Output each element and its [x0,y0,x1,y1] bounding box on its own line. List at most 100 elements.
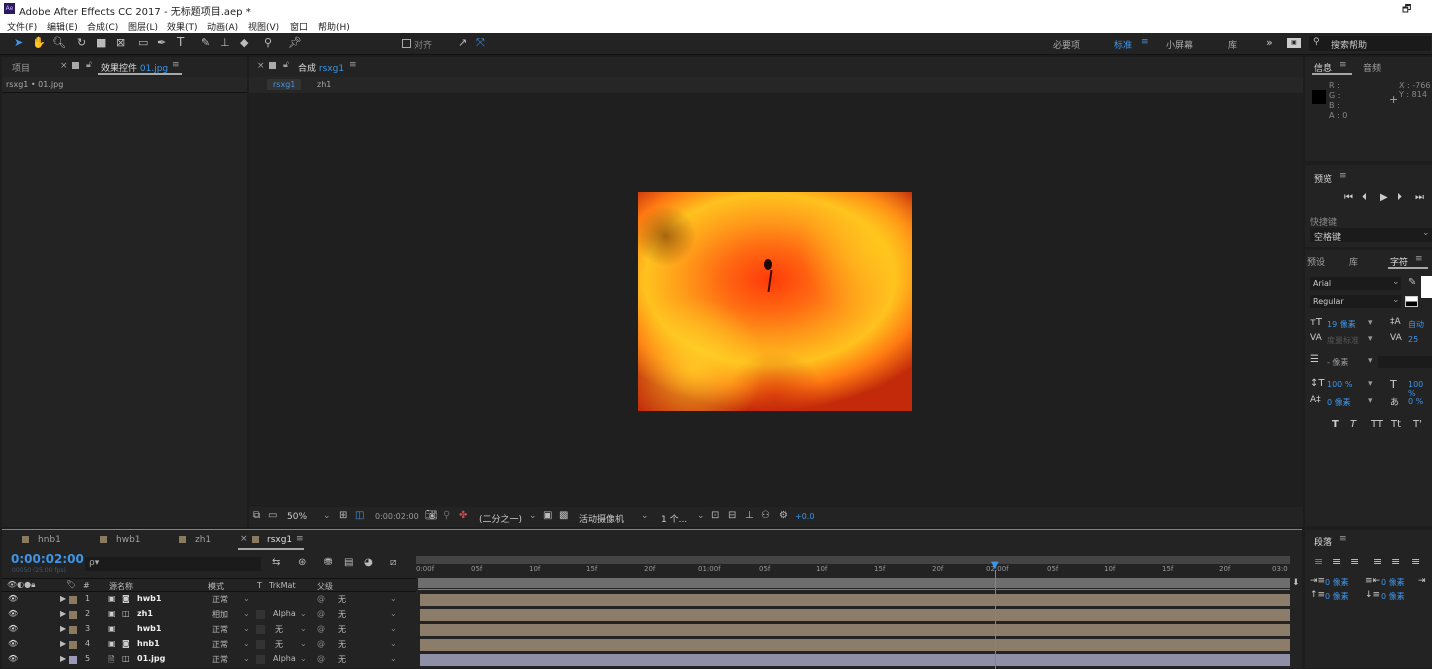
layer-row[interactable]: 👁︎ ▶ 3 ▣ hwb1 正常 ⌄ 无 ⌄ @ 无 ⌄ [2,622,416,637]
first-frame-icon[interactable]: ⏮ [1344,192,1353,203]
kerning-value[interactable]: 度量标准 [1327,335,1359,346]
visibility-eye-icon[interactable]: 👁︎ [8,594,18,603]
tab-presets[interactable]: 预设 [1307,255,1325,268]
shortcut-dropdown[interactable]: 空格键 ⌄ [1310,228,1432,243]
font-style-dropdown[interactable]: Regular ⌄ [1310,295,1401,308]
chevron-down-icon[interactable]: ⌄ [390,609,397,618]
chevron-down-icon[interactable]: ⌄ [243,624,250,633]
visibility-eye-icon[interactable]: 👁︎ [8,639,18,648]
region-of-interest-icon[interactable]: ▣ [543,510,552,521]
viewer-timecode[interactable]: 0:00:02:00 [375,512,419,521]
snapshot-camera-icon[interactable]: 📷︎ [425,510,438,521]
camera-dropdown[interactable]: 活动摄像机 [579,512,624,525]
rotate-tool-icon[interactable]: ↻ [77,36,86,49]
last-frame-icon[interactable]: ⏭ [1415,192,1424,203]
chevron-down-icon[interactable]: ⌄ [243,609,250,618]
chevron-down-icon[interactable]: ⌄ [323,511,331,521]
small-caps-button[interactable]: Tt [1391,419,1401,430]
panel-menu-icon[interactable]: ≡ [296,534,304,544]
layer-row[interactable]: 👁︎ ▶ 1 ▣ ◙ hwb1 正常 ⌄ @ 无 ⌄ [2,592,416,607]
panel-menu-icon[interactable]: ≡ [1339,171,1347,181]
justify-left-icon[interactable]: ≡ [1373,555,1382,568]
layer-mode[interactable]: 正常 [212,654,228,665]
chevron-down-icon[interactable]: ▾ [1368,356,1373,366]
menu-composition[interactable]: 合成(C) [87,20,118,33]
puppet-tool-icon[interactable]: 📌︎ [288,36,302,49]
frame-blending-icon[interactable]: ▤ [344,557,353,568]
chevron-down-icon[interactable]: ▾ [1368,334,1373,344]
show-snapshot-icon[interactable]: ⚲ [443,510,450,521]
tab-audio[interactable]: 音频 [1363,61,1381,74]
justify-center-icon[interactable]: ≡ [1391,555,1400,568]
hand-tool-icon[interactable]: ✋ [32,36,46,49]
layer-name[interactable]: hnb1 [137,639,160,648]
chevron-down-icon[interactable]: ▾ [1368,318,1373,328]
layer-mode[interactable]: 正常 [212,594,228,605]
panel-menu-icon[interactable]: ≡ [1339,534,1347,544]
align-left-icon[interactable]: ≡ [1314,555,1323,568]
chevron-down-icon[interactable]: ⌄ [390,594,397,603]
help-search-input[interactable]: ⚲ 搜索帮助 [1309,36,1431,51]
font-family-dropdown[interactable]: Arial ⌄ [1310,277,1401,290]
chevron-down-icon[interactable]: ⌄ [390,624,397,633]
chevron-down-icon[interactable]: ⌄ [300,654,307,663]
faux-italic-button[interactable]: T [1350,419,1356,430]
mask-visibility-icon[interactable]: ◫ [355,510,364,521]
previous-frame-icon[interactable]: ⏴ [1362,192,1367,203]
layer-row[interactable]: 👁︎ ▶ 5 🗎 ◫ 01.jpg 正常 ⌄ Alpha ⌄ @ 无 ⌄ [2,652,416,667]
menu-help[interactable]: 帮助(H) [318,20,350,33]
pan-behind-tool-icon[interactable]: ⊠ [116,36,125,49]
layer-name[interactable]: hwb1 [137,594,161,603]
chevron-down-icon[interactable]: ▾ [1368,379,1373,389]
fit-icon[interactable]: ⊞ [339,510,347,521]
transparency-grid-icon[interactable]: ▩ [559,510,568,521]
viewer-area[interactable] [249,93,1303,507]
space-before-value[interactable]: 0 像素 [1325,591,1349,602]
layer-parent[interactable]: 无 [338,654,346,665]
timeline-tab-hwb1[interactable]: hwb1 [116,535,141,545]
layer-trkmat[interactable]: 无 [275,639,283,650]
menu-view[interactable]: 视图(V) [248,20,279,33]
menu-effect[interactable]: 效果(T) [167,20,198,33]
lock-icon[interactable]: 🔓︎ [283,60,289,70]
preserve-transparency-checkbox[interactable] [256,610,265,619]
close-icon[interactable]: × [240,534,248,544]
selection-tool-icon[interactable]: ➤ [14,36,23,49]
clone-stamp-tool-icon[interactable]: ⊥ [220,36,230,49]
label-color-swatch[interactable] [69,655,77,664]
menu-file[interactable]: 文件(F) [7,20,37,33]
workspace-small-screen[interactable]: 小屏幕 [1166,38,1193,51]
tab-preview[interactable]: 预览 [1314,172,1332,185]
menu-layer[interactable]: 图层(L) [128,20,158,33]
workspace-standard[interactable]: 标准 [1114,38,1132,51]
sync-icon[interactable]: ▣ [1287,38,1301,48]
chevron-down-icon[interactable]: ⌄ [243,594,250,603]
superscript-button[interactable]: T' [1413,419,1422,430]
align-center-icon[interactable]: ≡ [1332,555,1341,568]
align-right-icon[interactable]: ≡ [1350,555,1359,568]
layer-mode[interactable]: 相加 [212,609,228,620]
comp-mini-flowchart-icon[interactable]: ⇆ [272,557,280,568]
panel-menu-icon[interactable]: ≡ [1339,60,1347,70]
indent-right-value[interactable]: 0 像素 [1381,577,1405,588]
visibility-eye-icon[interactable]: 👁︎ [8,654,18,663]
work-area-bar[interactable] [416,556,1290,564]
align-checkbox[interactable] [402,39,411,48]
panel-menu-icon[interactable]: ≡ [172,60,180,70]
layer-row[interactable]: 👁︎ ▶ 4 ▣ ◙ hnb1 正常 ⌄ 无 ⌄ @ 无 ⌄ [2,637,416,652]
chevron-down-icon[interactable]: ▾ [1368,396,1373,406]
pick-whip-icon[interactable]: @ [317,594,325,603]
monitor-icon[interactable]: ▭ [268,510,277,521]
tab-library[interactable]: 库 [1349,255,1358,268]
layer-duration-bar[interactable] [420,654,1290,666]
layer-mode[interactable]: 正常 [212,624,228,635]
chevron-down-icon[interactable]: ⌄ [390,639,397,648]
space-after-value[interactable]: 0 像素 [1381,591,1405,602]
layer-parent[interactable]: 无 [338,639,346,650]
motion-blur-icon[interactable]: ◕ [364,557,373,568]
chevron-down-icon[interactable]: ⌄ [300,639,307,648]
layer-mode[interactable]: 正常 [212,639,228,650]
layer-duration-bar[interactable] [420,639,1290,651]
exposure-value[interactable]: +0.0 [795,512,814,521]
pick-whip-icon[interactable]: @ [317,639,325,648]
